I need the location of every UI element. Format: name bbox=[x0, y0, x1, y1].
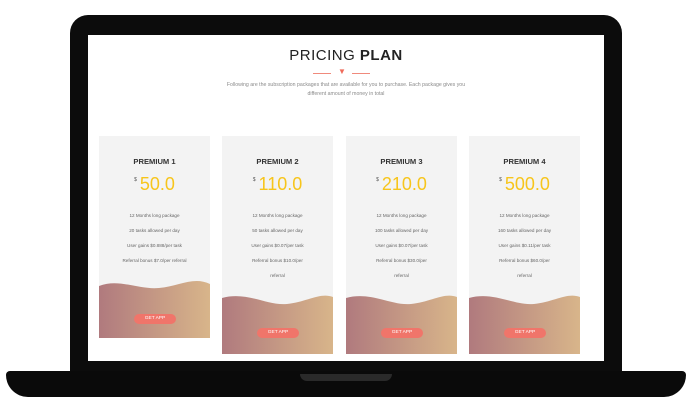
pricing-card-premium-2: PREMIUM 2 $110.0 12 Months long package … bbox=[222, 136, 333, 354]
price-amount: 110.0 bbox=[258, 174, 303, 194]
plan-price: $210.0 bbox=[346, 174, 457, 195]
currency-symbol: $ bbox=[499, 177, 502, 183]
wave-decoration bbox=[346, 295, 457, 354]
plan-feature: User gains $0.07/per task bbox=[375, 243, 428, 248]
subtitle-line-2: different amount of money in total bbox=[307, 91, 385, 97]
plan-feature: Referral bonus $10.0/per bbox=[252, 258, 303, 263]
plan-price: $500.0 bbox=[469, 174, 580, 195]
subtitle-line-1: Following are the subscription packages … bbox=[226, 82, 466, 88]
plan-feature: 50 tasks allowed per day bbox=[252, 228, 303, 233]
title-bold: PLAN bbox=[359, 47, 403, 64]
page-title: PRICING PLAN bbox=[88, 47, 604, 64]
wave-decoration bbox=[469, 295, 580, 354]
plan-feature: 100 tasks allowed per day bbox=[374, 228, 429, 233]
plan-price: $50.0 bbox=[99, 174, 210, 195]
title-divider-left bbox=[313, 73, 331, 74]
plan-name: PREMIUM 4 bbox=[503, 157, 546, 166]
page-subtitle: Following are the subscription packages … bbox=[198, 81, 494, 99]
pricing-card-premium-3: PREMIUM 3 $210.0 12 Months long package … bbox=[346, 136, 457, 354]
plan-feature: User gains $0.11/per task bbox=[498, 243, 551, 248]
plan-feature: referral bbox=[270, 273, 285, 278]
plan-feature: Referral bonus $7.0/per referral bbox=[122, 258, 187, 263]
currency-symbol: $ bbox=[376, 177, 379, 183]
plan-feature: referral bbox=[394, 273, 409, 278]
price-amount: 500.0 bbox=[504, 174, 550, 194]
plan-feature: User gains $0.888/per task bbox=[127, 243, 182, 248]
plan-feature: 160 tasks allowed per day bbox=[497, 228, 552, 233]
plan-feature: 12 Months long package bbox=[252, 213, 303, 218]
currency-symbol: $ bbox=[252, 177, 256, 183]
wave-decoration bbox=[222, 295, 333, 354]
laptop-notch bbox=[300, 374, 392, 381]
plan-feature: 12 Months long package bbox=[129, 213, 180, 218]
plan-feature: User gains $0.07/per task bbox=[251, 243, 304, 248]
get-app-button[interactable]: GET APP bbox=[381, 328, 423, 338]
plan-feature: Referral bonus $60.0/per bbox=[499, 258, 550, 263]
get-app-button[interactable]: GET APP bbox=[134, 314, 176, 324]
plan-feature: 20 tasks allowed per day bbox=[129, 228, 180, 233]
title-divider-right bbox=[352, 73, 370, 74]
pricing-card-premium-1: PREMIUM 1 $50.0 12 Months long package 2… bbox=[99, 136, 210, 338]
heart-icon: ▼ bbox=[338, 67, 346, 76]
plan-price: $110.0 bbox=[222, 174, 333, 195]
pricing-card-premium-4: PREMIUM 4 $500.0 12 Months long package … bbox=[469, 136, 580, 354]
plan-name: PREMIUM 3 bbox=[380, 157, 423, 166]
plan-feature: referral bbox=[517, 273, 532, 278]
price-amount: 210.0 bbox=[381, 174, 427, 194]
get-app-button[interactable]: GET APP bbox=[504, 328, 546, 338]
price-amount: 50.0 bbox=[139, 174, 175, 194]
plan-feature: 12 Months long package bbox=[499, 213, 550, 218]
title-light: PRICING bbox=[289, 47, 360, 64]
get-app-button[interactable]: GET APP bbox=[257, 328, 299, 338]
plan-name: PREMIUM 1 bbox=[133, 157, 176, 166]
laptop-screen: PRICING PLAN ▼ Following are the subscri… bbox=[88, 35, 604, 361]
plan-feature: Referral bonus $30.0/per bbox=[376, 258, 427, 263]
plan-feature: 12 Months long package bbox=[376, 213, 427, 218]
wave-decoration bbox=[99, 280, 210, 338]
plan-name: PREMIUM 2 bbox=[256, 157, 299, 166]
currency-symbol: $ bbox=[134, 177, 137, 183]
